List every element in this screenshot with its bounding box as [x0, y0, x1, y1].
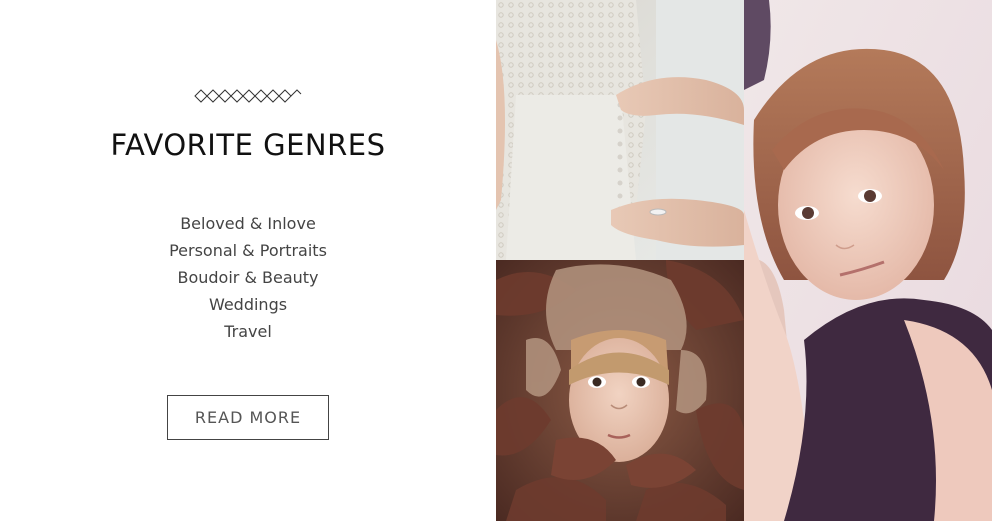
genre-item-boudoir: Boudoir & Beauty	[177, 268, 319, 287]
diamond-chain-icon	[194, 89, 302, 103]
bride-dress-image	[496, 0, 744, 260]
bride-dress-photo[interactable]	[496, 0, 744, 260]
genre-item-portraits: Personal & Portraits	[169, 241, 327, 260]
girl-portrait-image	[744, 0, 992, 521]
section-title: FAVORITE GENRES	[110, 128, 386, 162]
girl-portrait-photo[interactable]	[744, 0, 992, 521]
genre-item-weddings: Weddings	[208, 295, 288, 314]
child-in-leaves-photo[interactable]	[496, 260, 744, 521]
genres-panel: FAVORITE GENRES Beloved & Inlove Persona…	[0, 0, 496, 521]
genre-item-beloved: Beloved & Inlove	[180, 214, 316, 233]
genre-item-travel: Travel	[224, 322, 272, 341]
genre-list: Beloved & Inlove Personal & Portraits Bo…	[0, 210, 496, 345]
read-more-button[interactable]: READ MORE	[167, 395, 329, 440]
child-in-leaves-image	[496, 260, 744, 521]
